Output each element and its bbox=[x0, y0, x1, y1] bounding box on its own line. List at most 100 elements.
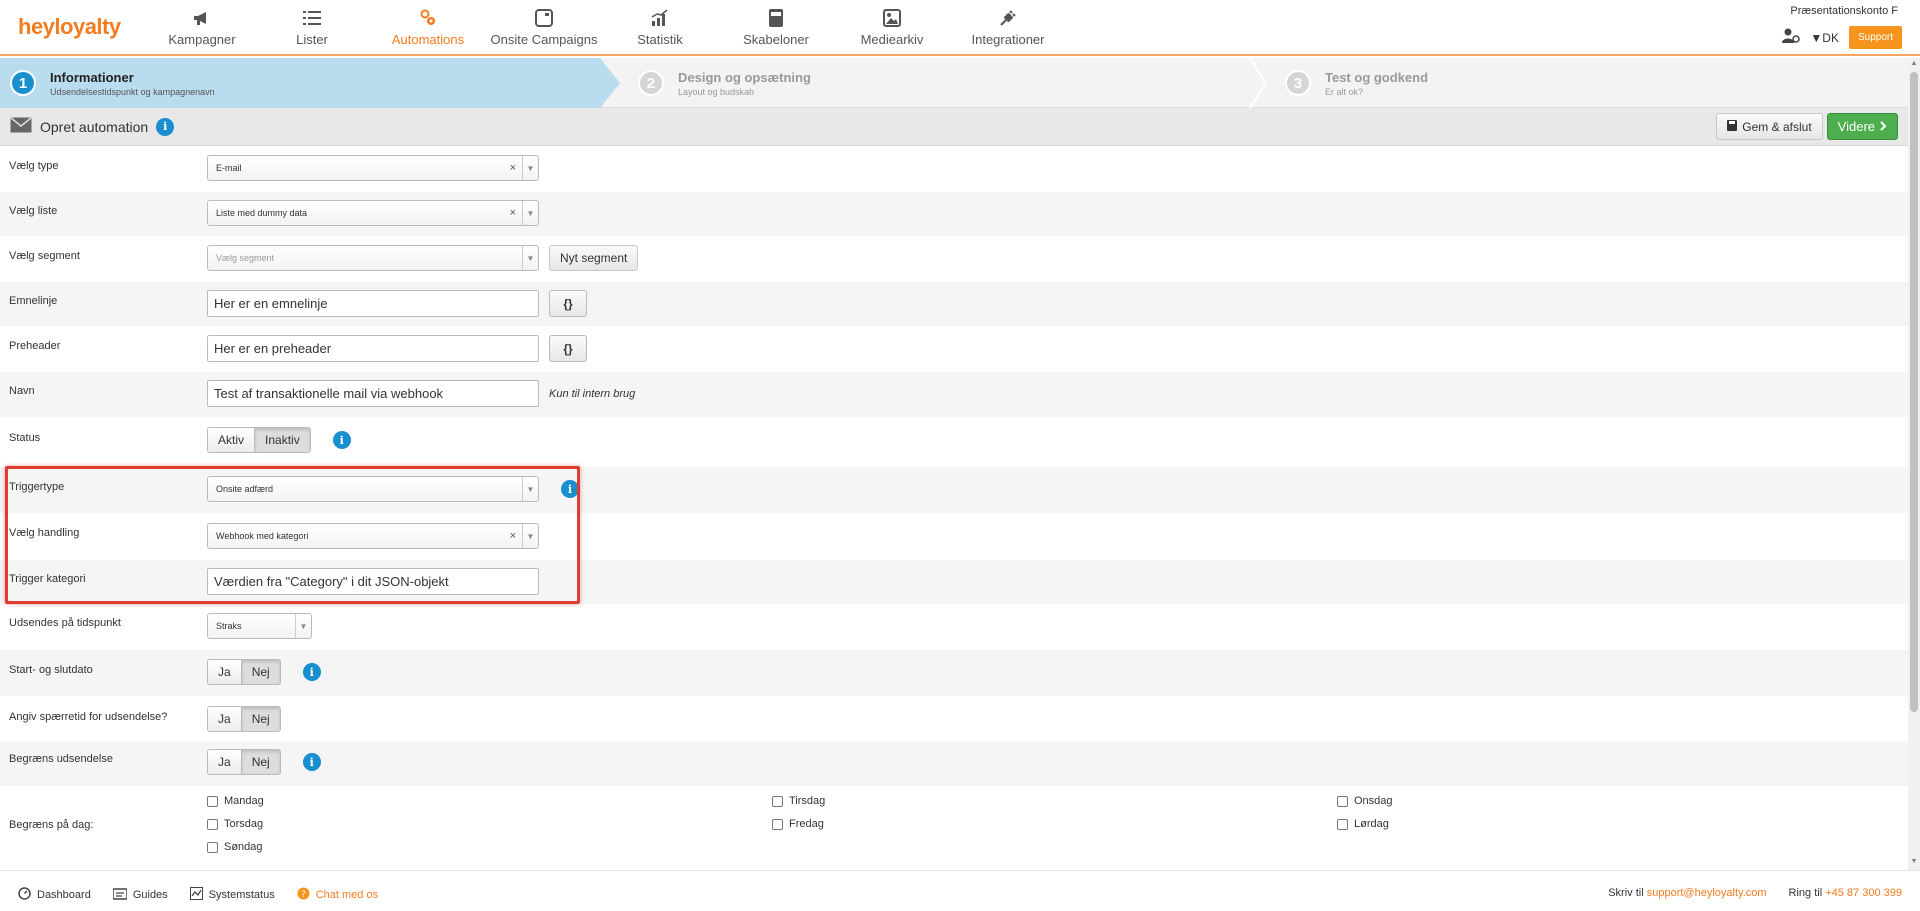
checkbox[interactable] bbox=[772, 818, 783, 830]
field-label: Status bbox=[9, 432, 41, 444]
new-segment-button[interactable]: Nyt segment bbox=[549, 245, 639, 271]
checkbox[interactable] bbox=[207, 818, 218, 830]
window-icon bbox=[534, 8, 554, 28]
merge-tag-button[interactable]: {} bbox=[549, 335, 587, 362]
support-email-link[interactable]: support@heyloyalty.com bbox=[1647, 887, 1767, 899]
no-option[interactable]: Nej bbox=[240, 750, 280, 774]
support-phone-link[interactable]: +45 87 300 399 bbox=[1825, 887, 1902, 899]
footer-chat-link[interactable]: ? Chat med os bbox=[297, 887, 378, 903]
yes-option[interactable]: Ja bbox=[208, 660, 241, 684]
scroll-up-icon[interactable]: ▲ bbox=[1910, 60, 1918, 67]
scrollbar[interactable]: ▲ ▼ bbox=[1908, 58, 1920, 870]
day-tuesday[interactable]: Tirsdag bbox=[772, 795, 825, 807]
clear-icon[interactable]: × bbox=[510, 162, 516, 174]
nav-mediearkiv[interactable]: Mediearkiv bbox=[834, 0, 950, 54]
chevron-down-icon[interactable]: ▼ bbox=[522, 524, 538, 548]
subject-input[interactable]: Her er en emnelinje bbox=[207, 290, 539, 317]
step-number: 2 bbox=[638, 70, 664, 96]
save-exit-button[interactable]: Gem & afslut bbox=[1716, 113, 1823, 140]
merge-tag-button[interactable]: {} bbox=[549, 290, 587, 317]
nav-label: Skabeloner bbox=[743, 32, 809, 47]
row-limit: Begræns udsendelse Ja Nej i bbox=[0, 741, 1908, 787]
yes-option[interactable]: Ja bbox=[208, 750, 241, 774]
nav-statistik[interactable]: Statistik bbox=[602, 0, 718, 54]
row-days: Begræns på dag: Mandag Tirsdag Onsdag To… bbox=[0, 787, 1908, 863]
template-icon bbox=[766, 8, 786, 28]
heyloyalty-logo[interactable]: heyloyalty bbox=[18, 14, 121, 40]
clear-icon[interactable]: × bbox=[510, 207, 516, 219]
chevron-down-icon[interactable]: ▼ bbox=[522, 201, 538, 225]
nav-label: Integrationer bbox=[971, 32, 1045, 47]
field-label: Trigger kategori bbox=[9, 573, 86, 585]
day-label: Fredag bbox=[789, 818, 824, 830]
wizard-step-3[interactable]: 3 Test og godkend Er alt ok? bbox=[1275, 58, 1895, 108]
wizard-steps: 1 Informationer Udsendelsestidspunkt og … bbox=[0, 58, 1908, 108]
list-select[interactable]: Liste med dummy data × ▼ bbox=[207, 200, 539, 226]
sendtime-select[interactable]: Straks ▼ bbox=[207, 613, 312, 639]
yes-option[interactable]: Ja bbox=[208, 707, 241, 731]
chevron-down-icon[interactable]: ▼ bbox=[522, 246, 538, 270]
account-name[interactable]: Præsentationskonto F bbox=[1790, 5, 1898, 17]
type-select[interactable]: E-mail × ▼ bbox=[207, 155, 539, 181]
info-icon[interactable]: i bbox=[302, 663, 321, 681]
wizard-step-2[interactable]: 2 Design og opsætning Layout og budskab bbox=[628, 58, 1268, 108]
day-wednesday[interactable]: Onsdag bbox=[1337, 795, 1393, 807]
day-saturday[interactable]: Lørdag bbox=[1337, 818, 1389, 830]
status-active-option[interactable]: Aktiv bbox=[208, 428, 255, 452]
checkbox[interactable] bbox=[207, 795, 218, 807]
info-icon[interactable]: i bbox=[561, 480, 579, 498]
info-icon[interactable]: i bbox=[156, 117, 175, 136]
field-label: Emnelinje bbox=[9, 295, 58, 307]
preheader-input[interactable]: Her er en preheader bbox=[207, 335, 539, 362]
scroll-down-icon[interactable]: ▼ bbox=[1910, 858, 1918, 865]
field-label: Vælg type bbox=[9, 160, 59, 172]
status-inactive-option[interactable]: Inaktiv bbox=[254, 428, 310, 452]
segment-select[interactable]: Vælg segment ▼ bbox=[207, 245, 539, 271]
name-note: Kun til intern brug bbox=[549, 387, 636, 400]
day-label: Torsdag bbox=[224, 818, 264, 830]
trigger-category-input[interactable]: Værdien fra "Category" i dit JSON-objekt bbox=[207, 568, 539, 595]
no-option[interactable]: Nej bbox=[240, 660, 280, 684]
nav-integrationer[interactable]: Integrationer bbox=[950, 0, 1066, 54]
triggertype-select[interactable]: Onsite adfærd ▼ bbox=[207, 476, 539, 502]
nav-skabeloner[interactable]: Skabeloner bbox=[718, 0, 834, 54]
checkbox[interactable] bbox=[772, 795, 783, 807]
plug-icon bbox=[998, 8, 1018, 28]
name-input[interactable]: Test af transaktionelle mail via webhook bbox=[207, 380, 539, 407]
nav-label: Kampagner bbox=[168, 32, 236, 47]
footer-systemstatus-link[interactable]: Systemstatus bbox=[189, 887, 275, 903]
day-label: Tirsdag bbox=[789, 795, 826, 807]
next-button[interactable]: Videre bbox=[1826, 113, 1898, 140]
clear-icon[interactable]: × bbox=[510, 530, 516, 542]
svg-text:?: ? bbox=[301, 890, 306, 900]
info-icon[interactable]: i bbox=[332, 431, 351, 449]
language-selector[interactable]: ▼DK bbox=[1810, 31, 1839, 45]
footer-dashboard-link[interactable]: Dashboard bbox=[18, 887, 91, 903]
automation-form: Vælg type E-mail × ▼ Vælg liste Liste me… bbox=[0, 147, 1908, 863]
day-monday[interactable]: Mandag bbox=[207, 795, 264, 807]
no-option[interactable]: Nej bbox=[240, 707, 280, 731]
checkbox[interactable] bbox=[207, 841, 218, 853]
checkbox[interactable] bbox=[1337, 795, 1348, 807]
support-button[interactable]: Support bbox=[1848, 26, 1902, 49]
day-sunday[interactable]: Søndag bbox=[207, 841, 263, 853]
footer-guides-link[interactable]: Guides bbox=[112, 887, 168, 903]
action-select[interactable]: Webhook med kategori × ▼ bbox=[207, 523, 539, 549]
info-icon[interactable]: i bbox=[302, 753, 321, 771]
select-value: E-mail bbox=[216, 163, 242, 173]
nav-kampagner[interactable]: Kampagner bbox=[150, 0, 254, 54]
chevron-down-icon[interactable]: ▼ bbox=[522, 156, 538, 180]
wizard-step-1[interactable]: 1 Informationer Udsendelsestidspunkt og … bbox=[0, 58, 620, 108]
scroll-thumb[interactable] bbox=[1910, 72, 1918, 712]
day-friday[interactable]: Fredag bbox=[772, 818, 824, 830]
page-header: Opret automation i Gem & afslut Videre bbox=[0, 108, 1908, 146]
nav-automations[interactable]: Automations bbox=[370, 0, 486, 54]
chevron-down-icon[interactable]: ▼ bbox=[295, 614, 311, 638]
checkbox[interactable] bbox=[1337, 818, 1348, 830]
user-settings-icon[interactable] bbox=[1782, 28, 1801, 47]
nav-onsite-campaigns[interactable]: Onsite Campaigns bbox=[486, 0, 602, 54]
day-thursday[interactable]: Torsdag bbox=[207, 818, 263, 830]
nav-lister[interactable]: Lister bbox=[254, 0, 370, 54]
save-icon bbox=[1727, 119, 1738, 134]
chevron-down-icon[interactable]: ▼ bbox=[522, 477, 538, 501]
